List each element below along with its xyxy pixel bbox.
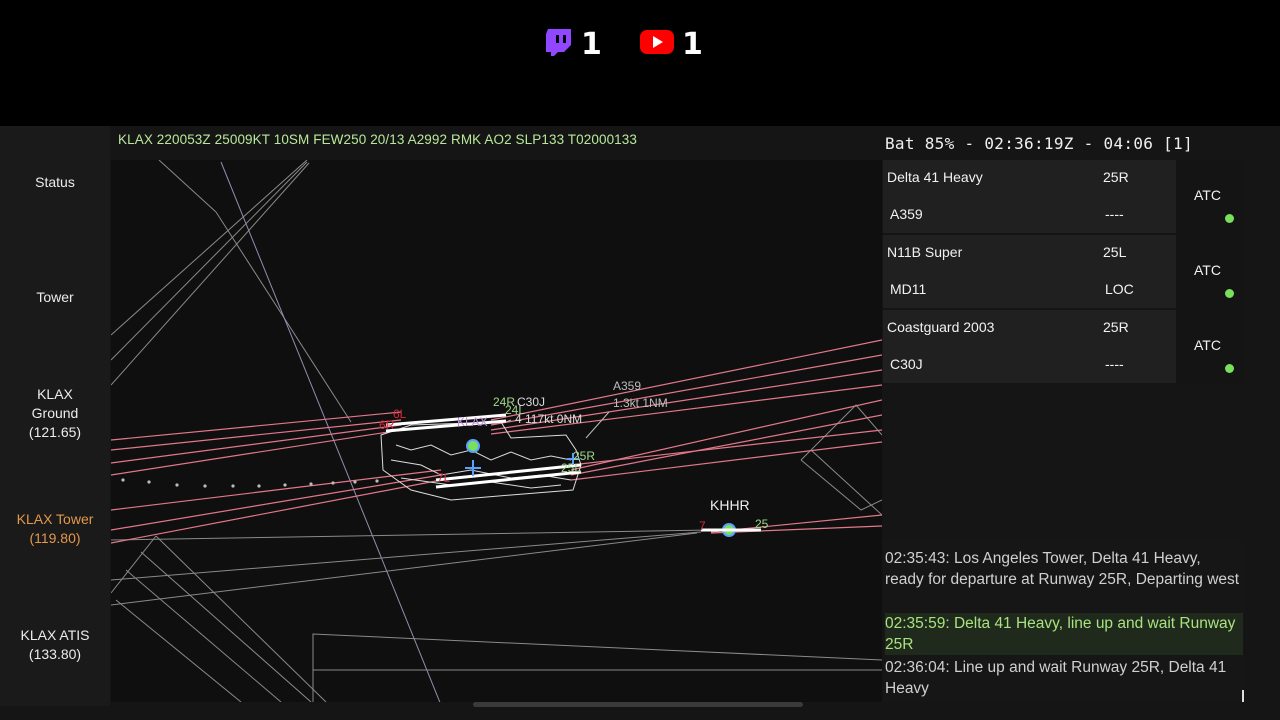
horizontal-scrollbar[interactable] (473, 702, 803, 707)
sidebar-item-label: Tower (36, 289, 74, 305)
strip-callsign: Coastguard 2003 (887, 319, 995, 335)
metar-text: KLAX 220053Z 25009KT 10SM FEW250 20/13 A… (118, 132, 638, 147)
strip-runway: 25L (1103, 244, 1127, 260)
sidebar-item-label-2: Ground (31, 405, 79, 421)
status-dot-icon (1225, 289, 1234, 298)
radar-labels: 24R 24L 6L 6R 25R 25L 7L KLAX C30J 4 117… (379, 379, 769, 533)
aircraft-targets (465, 411, 761, 537)
sidebar-item-klax-ground[interactable]: KLAX Ground (121.65) (0, 385, 110, 442)
sidebar-item-frequency: (121.65) (28, 424, 82, 440)
sidebar-item-label: KLAX ATIS (20, 627, 90, 643)
strip-aircraft-type: C30J (890, 356, 923, 372)
strip-atc-box[interactable]: ATC (1176, 310, 1244, 383)
comms-message: 02:35:43: Los Angeles Tower, Delta 41 He… (885, 550, 1240, 588)
strip-atc-label: ATC (1194, 262, 1221, 278)
comms-message-highlighted: 02:35:59: Delta 41 Heavy, line up and wa… (885, 613, 1243, 655)
runway-label-6r: 6R (379, 418, 395, 432)
comms-log[interactable]: 02:35:43: Los Angeles Tower, Delta 41 He… (883, 540, 1244, 702)
strip-status: LOC (1105, 281, 1134, 297)
youtube-icon (640, 29, 674, 59)
sidebar-item-label: KLAX (37, 386, 73, 402)
twitch-viewer-count: 1 (545, 26, 602, 62)
aircraft-tag-c30j: C30J (517, 395, 545, 409)
status-dot-icon (1225, 364, 1234, 373)
strip-runway: 25R (1103, 169, 1129, 185)
sidebar-item-frequency: (133.80) (28, 646, 82, 662)
flight-strips: Delta 41 Heavy 25R A359 ---- ATC N11B Su… (883, 160, 1244, 385)
aircraft-target (466, 439, 480, 453)
runway-label-6l: 6L (393, 407, 407, 421)
strip-aircraft-type: MD11 (890, 281, 927, 297)
radar-scope[interactable]: 24R 24L 6L 6R 25R 25L 7L KLAX C30J 4 117… (111, 160, 882, 702)
strip-status: ---- (1105, 356, 1124, 372)
runway-label-7l: 7L (437, 471, 451, 485)
aircraft-tag-a359: A359 (613, 379, 641, 393)
flight-strip[interactable]: N11B Super 25L MD11 LOC ATC (883, 235, 1244, 310)
flight-strip[interactable]: Coastguard 2003 25R C30J ---- ATC (883, 310, 1244, 385)
comms-scrollbar[interactable] (1242, 690, 1244, 702)
runway-label-khhr-7: 7 (699, 519, 706, 533)
youtube-count: 1 (682, 26, 703, 62)
sidebar-item-klax-atis[interactable]: KLAX ATIS (133.80) (0, 626, 110, 664)
sidebar-item-klax-tower[interactable]: KLAX Tower (119.80) (0, 510, 110, 548)
airport-label-klax: KLAX (457, 415, 488, 429)
strip-callsign: Delta 41 Heavy (887, 169, 983, 185)
sidebar-item-label: Status (35, 174, 75, 190)
extended-centerline-dots (121, 478, 379, 488)
stream-overlay-bar: 1 1 (0, 0, 1280, 125)
strip-callsign: N11B Super (887, 244, 963, 260)
twitch-icon (545, 27, 573, 61)
strip-atc-box[interactable]: ATC (1176, 160, 1244, 233)
strip-atc-label: ATC (1194, 187, 1221, 203)
status-line: Bat 85% - 02:36:19Z - 04:06 [1] (885, 134, 1193, 153)
strip-status: ---- (1105, 206, 1124, 222)
radar-map[interactable]: 24R 24L 6L 6R 25R 25L 7L KLAX C30J 4 117… (111, 160, 882, 702)
klax-airport-diagram (380, 421, 582, 501)
aircraft-tag-c30j-info: 4 117kt 0NM (515, 412, 582, 426)
sidebar-item-label: KLAX Tower (16, 511, 94, 527)
frequency-sidebar: Status Tower KLAX Ground (121.65) KLAX T… (0, 126, 110, 706)
runway-label-khhr-25: 25 (755, 517, 769, 531)
sidebar-item-status[interactable]: Status (0, 173, 110, 192)
comms-message: 02:36:04: Line up and wait Runway 25R, D… (885, 659, 1227, 697)
airspace-boundaries (111, 160, 882, 702)
strip-atc-label: ATC (1194, 337, 1221, 353)
flight-strip[interactable]: Delta 41 Heavy 25R A359 ---- ATC (883, 160, 1244, 235)
status-dot-icon (1225, 214, 1234, 223)
atc-app: Status Tower KLAX Ground (121.65) KLAX T… (0, 126, 1280, 720)
strip-aircraft-type: A359 (890, 206, 923, 222)
runway-label-25l: 25L (561, 461, 581, 475)
youtube-viewer-count: 1 (640, 26, 703, 62)
strip-runway: 25R (1103, 319, 1129, 335)
strip-atc-box[interactable]: ATC (1176, 235, 1244, 308)
aircraft-tag-a359-info: 1.3kt 1NM (613, 396, 668, 410)
approach-course-lines (111, 339, 882, 544)
sidebar-item-tower[interactable]: Tower (0, 288, 110, 307)
sidebar-item-frequency: (119.80) (29, 530, 81, 546)
airport-label-khhr: KHHR (710, 497, 750, 513)
twitch-count: 1 (581, 26, 602, 62)
